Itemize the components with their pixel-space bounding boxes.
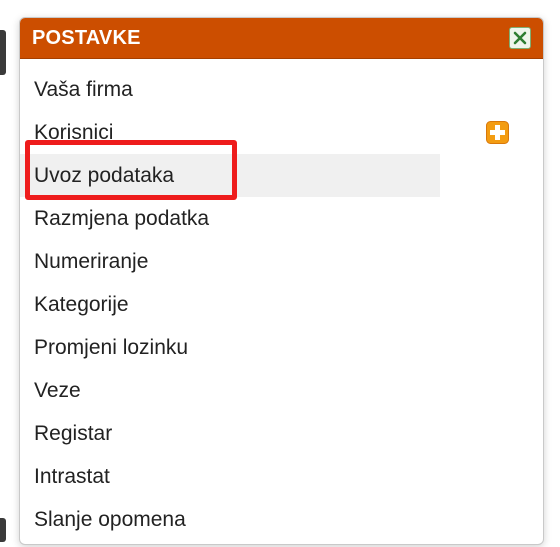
menu-item-label: Kategorije [34, 292, 129, 316]
menu-item-label: Uvoz podataka [34, 163, 175, 187]
left-edge-marker-top [0, 30, 6, 75]
add-user-button[interactable] [486, 121, 509, 144]
settings-panel: POSTAVKE Vaša firma Korisnici Uvoz podat… [19, 17, 544, 545]
menu-item-label: Vaša firma [34, 77, 133, 101]
menu-item-uvoz-podataka[interactable]: Uvoz podataka [20, 154, 440, 197]
menu-item-label: Numeriranje [34, 249, 149, 273]
close-icon [513, 31, 527, 45]
menu-item-label: Intrastat [34, 464, 110, 488]
menu-item-label: Promjeni lozinku [34, 335, 189, 359]
menu-item-numeriranje[interactable]: Numeriranje [20, 240, 440, 283]
menu-item-label: Veze [34, 378, 81, 402]
menu-item-veze[interactable]: Veze [20, 369, 440, 412]
settings-menu: Vaša firma Korisnici Uvoz podataka Razmj… [20, 59, 543, 541]
menu-item-vasa-firma[interactable]: Vaša firma [20, 68, 440, 111]
menu-item-kategorije[interactable]: Kategorije [20, 283, 440, 326]
menu-item-label: Korisnici [34, 120, 114, 144]
add-icon [486, 121, 509, 144]
close-button[interactable] [509, 27, 531, 49]
menu-item-promjeni-lozinku[interactable]: Promjeni lozinku [20, 326, 440, 369]
menu-item-registar[interactable]: Registar [20, 412, 440, 455]
panel-header: POSTAVKE [20, 18, 543, 59]
menu-item-korisnici[interactable]: Korisnici [20, 111, 440, 154]
menu-item-slanje-opomena[interactable]: Slanje opomena [20, 498, 440, 541]
menu-item-label: Slanje opomena [34, 507, 186, 531]
left-edge-marker-bottom [0, 518, 6, 542]
menu-item-razmjena-podatka[interactable]: Razmjena podatka [20, 197, 440, 240]
menu-item-intrastat[interactable]: Intrastat [20, 455, 440, 498]
menu-item-label: Razmjena podatka [34, 206, 210, 230]
menu-item-label: Registar [34, 421, 113, 445]
panel-title: POSTAVKE [32, 26, 141, 49]
